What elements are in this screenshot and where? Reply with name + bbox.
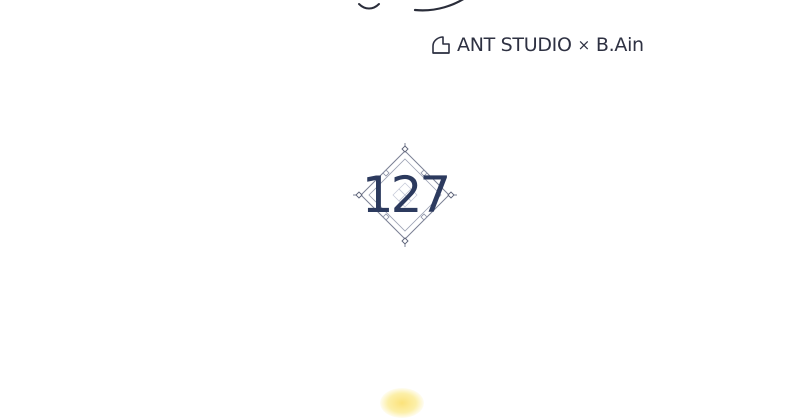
chapter-number: 127 <box>361 166 451 224</box>
studio-credit: ANT STUDIO × B.Ain <box>431 33 644 57</box>
ant-studio-logo-icon <box>432 36 450 54</box>
studio-name: ANT STUDIO <box>457 34 572 56</box>
credit-separator: × <box>577 36 591 54</box>
bottom-light-glow <box>380 388 424 418</box>
author-name: B.Ain <box>595 34 644 56</box>
chapter-badge: 127 <box>353 143 457 247</box>
top-swash-ornament <box>358 0 464 12</box>
